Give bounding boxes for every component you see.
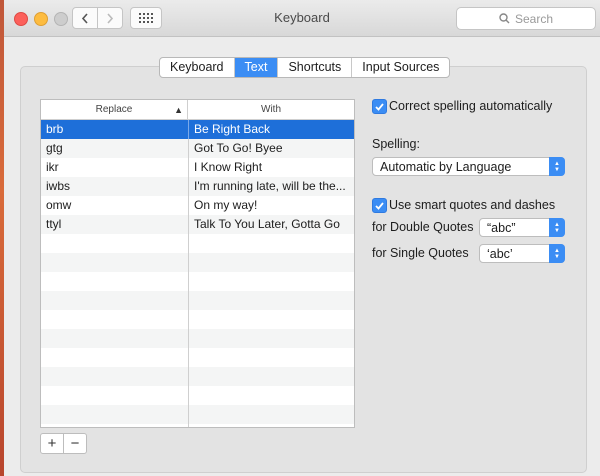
spelling-select[interactable]: Automatic by Language ▲ ▼ [372,157,565,176]
double-quotes-select[interactable]: “abc” ▲ ▼ [479,218,565,237]
text-replacement-table: Replace ▲ With brb Be Right Back gtg Got… [40,99,355,428]
title-bar: Keyboard Search [4,0,600,37]
single-quotes-label: for Single Quotes [372,246,469,260]
empty-row [41,367,354,386]
empty-row [41,234,354,253]
replace-cell: ikr [41,158,189,177]
sort-ascending-icon: ▲ [174,105,183,115]
table-row[interactable]: ttyl Talk To You Later, Gotta Go [41,215,354,234]
empty-row [41,253,354,272]
double-quotes-label: for Double Quotes [372,220,474,234]
tab-bar: Keyboard Text Shortcuts Input Sources [159,57,451,78]
smart-quotes-label[interactable]: Use smart quotes and dashes [389,198,555,212]
empty-row [41,405,354,424]
single-quotes-select[interactable]: ‘abc’ ▲ ▼ [479,244,565,263]
add-button[interactable]: + [41,434,64,453]
correct-spelling-label[interactable]: Correct spelling automatically [389,99,552,113]
table-row[interactable]: brb Be Right Back [41,120,354,139]
correct-spelling-checkbox[interactable] [372,99,387,114]
with-cell: Got To Go! Byee [194,141,283,155]
updown-chevron-icon: ▲ ▼ [549,157,565,176]
empty-row [41,386,354,405]
updown-chevron-icon: ▲ ▼ [549,244,565,263]
empty-row [41,424,354,427]
spelling-label: Spelling: [372,137,420,151]
column-header-with-label: With [261,104,281,115]
tab-input-sources[interactable]: Input Sources [352,58,449,77]
column-header-replace[interactable]: Replace ▲ [41,100,188,119]
with-cell: I'm running late, will be the... [194,179,346,193]
replace-cell: iwbs [41,177,189,196]
empty-row [41,291,354,310]
with-cell: Be Right Back [194,122,271,136]
double-quotes-value: “abc” [487,221,516,235]
tab-text[interactable]: Text [234,58,279,77]
checkmark-icon [375,201,384,210]
search-input[interactable]: Search [456,7,596,30]
replace-cell: ttyl [41,215,189,234]
table-row[interactable]: iwbs I'm running late, will be the... [41,177,354,196]
desktop-edge [0,0,4,476]
replace-cell: omw [41,196,189,215]
single-quotes-value: ‘abc’ [487,247,513,261]
smart-quotes-checkbox[interactable] [372,198,387,213]
search-icon [499,13,510,24]
table-row[interactable]: ikr I Know Right [41,158,354,177]
table-row[interactable]: gtg Got To Go! Byee [41,139,354,158]
spelling-select-value: Automatic by Language [380,160,512,174]
column-header-with[interactable]: With [188,100,354,119]
table-header: Replace ▲ With [41,100,354,120]
empty-row [41,310,354,329]
with-cell: Talk To You Later, Gotta Go [194,217,340,231]
tab-shortcuts[interactable]: Shortcuts [278,58,353,77]
remove-button[interactable]: − [64,434,86,453]
empty-row [41,348,354,367]
replace-cell: brb [41,120,189,139]
with-cell: On my way! [194,198,258,212]
table-row[interactable]: omw On my way! [41,196,354,215]
search-placeholder: Search [514,11,554,26]
with-cell: I Know Right [194,160,263,174]
empty-row [41,272,354,291]
updown-chevron-icon: ▲ ▼ [549,218,565,237]
column-header-replace-label: Replace [95,104,133,115]
add-remove-controls: + − [40,433,87,454]
empty-row [41,329,354,348]
checkmark-icon [375,102,384,111]
tab-keyboard[interactable]: Keyboard [160,58,235,77]
replace-cell: gtg [41,139,189,158]
